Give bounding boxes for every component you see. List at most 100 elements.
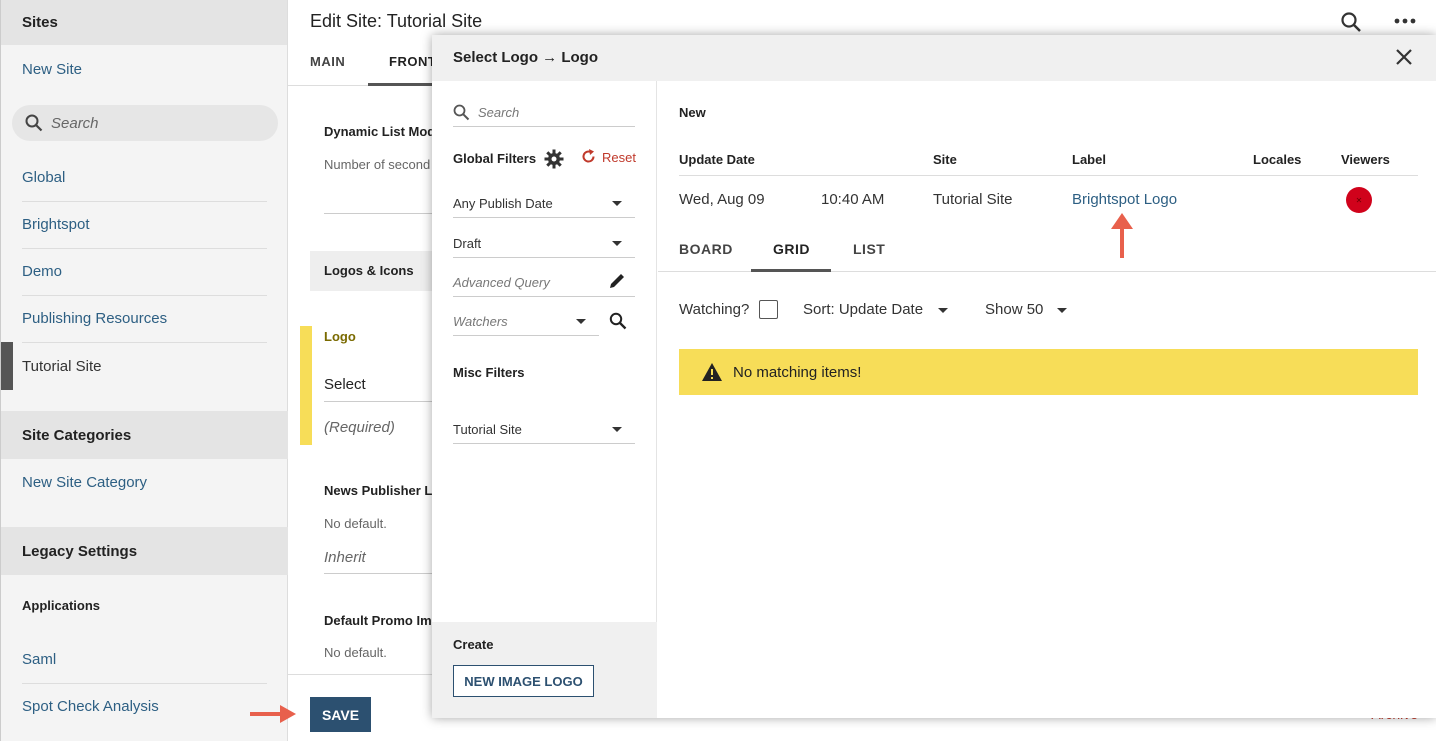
sidebar-item-spot-check-analysis[interactable]: Spot Check Analysis [1, 698, 180, 715]
divider [679, 175, 1418, 176]
gear-icon[interactable] [544, 149, 564, 169]
tab-list[interactable]: LIST [853, 241, 885, 257]
news-publisher-value[interactable]: Inherit [324, 549, 366, 566]
default-promo-label: Default Promo Im [324, 613, 432, 628]
chevron-down-icon [612, 241, 622, 246]
misc-filters-label: Misc Filters [453, 365, 525, 380]
column-header-locales[interactable]: Locales [1253, 152, 1301, 167]
results-panel: New Update Date Site Label Locales Viewe… [658, 81, 1436, 718]
watching-label: Watching? [679, 301, 750, 318]
column-header-update-date[interactable]: Update Date [679, 152, 755, 167]
sidebar-item-tutorial-site[interactable]: Tutorial Site [1, 358, 122, 375]
pencil-icon[interactable] [608, 272, 626, 290]
sidebar-item-saml[interactable]: Saml [1, 651, 77, 668]
row-date: Wed, Aug 09 [679, 191, 765, 208]
logos-icons-section: Logos & Icons [310, 251, 440, 291]
logo-select[interactable]: Select [324, 376, 366, 393]
dynamic-list-label: Dynamic List Mod [324, 124, 436, 139]
sort-select[interactable]: Sort: Update Date [803, 301, 953, 321]
required-indicator [300, 326, 312, 445]
global-filters-label: Global Filters [453, 151, 537, 166]
search-icon [453, 104, 470, 121]
create-section: Create NEW IMAGE LOGO [432, 622, 657, 718]
reset-icon[interactable] [580, 148, 597, 165]
new-site-category-link[interactable]: New Site Category [1, 474, 168, 491]
tab-board[interactable]: BOARD [679, 241, 733, 257]
filters-panel: Search Global Filters Reset Any Publish … [432, 81, 657, 718]
sites-sidebar: Sites New Site Search Global Brightspot … [0, 0, 289, 741]
warning-icon [702, 363, 722, 381]
divider [22, 201, 267, 202]
divider [324, 573, 444, 574]
sidebar-search-input[interactable]: Search [12, 105, 278, 141]
publish-date-select[interactable]: Any Publish Date [453, 188, 635, 218]
divider [22, 295, 267, 296]
select-logo-modal: Select Logo → Logo Search Global Filters… [432, 35, 1436, 718]
column-header-site[interactable]: Site [933, 152, 957, 167]
tab-main[interactable]: MAIN [310, 54, 345, 69]
status-value: Draft [453, 236, 482, 251]
show-count-select[interactable]: Show 50 [985, 301, 1075, 321]
section-label-new: New [679, 105, 706, 120]
annotation-arrow-icon [250, 705, 296, 723]
site-select[interactable]: Tutorial Site [453, 414, 635, 444]
new-site-link[interactable]: New Site [1, 61, 103, 78]
filter-search-input[interactable]: Search [453, 99, 635, 127]
sidebar-item-publishing-resources[interactable]: Publishing Resources [1, 310, 188, 327]
search-icon[interactable] [1340, 11, 1362, 33]
logo-label: Logo [324, 329, 356, 344]
no-items-text: No matching items! [733, 363, 862, 381]
create-label: Create [453, 637, 494, 652]
tab-grid[interactable]: GRID [773, 241, 810, 257]
close-icon[interactable] [1394, 47, 1414, 67]
watching-checkbox[interactable] [759, 300, 778, 319]
sites-header: Sites [1, 0, 287, 45]
save-button[interactable]: SAVE [310, 697, 371, 732]
legacy-settings-header: Legacy Settings [1, 527, 289, 575]
divider [22, 248, 267, 249]
search-placeholder: Search [478, 105, 520, 120]
publish-date-value: Any Publish Date [453, 196, 553, 211]
viewer-avatar[interactable]: ✕ [1346, 187, 1372, 213]
chevron-down-icon [612, 201, 622, 206]
search-icon[interactable] [609, 312, 627, 330]
applications-label: Applications [22, 598, 101, 613]
advanced-query-input[interactable]: Advanced Query [453, 267, 635, 297]
logo-required-text: (Required) [324, 419, 395, 436]
search-placeholder: Search [51, 114, 99, 132]
column-header-label[interactable]: Label [1072, 152, 1106, 167]
chevron-down-icon [612, 427, 622, 432]
site-value: Tutorial Site [453, 422, 522, 437]
sidebar-item-global[interactable]: Global [1, 169, 86, 186]
no-items-alert: No matching items! [679, 349, 1418, 395]
advanced-query-placeholder: Advanced Query [453, 275, 550, 290]
sidebar-item-brightspot[interactable]: Brightspot [1, 216, 111, 233]
dynamic-list-help: Number of second [324, 157, 431, 172]
reset-link[interactable]: Reset [602, 150, 636, 165]
show-count-value: Show 50 [985, 301, 1044, 318]
news-publisher-default: No default. [324, 516, 387, 531]
watchers-placeholder: Watchers [453, 314, 508, 329]
site-categories-header: Site Categories [1, 411, 289, 459]
more-options-icon[interactable] [1394, 18, 1416, 24]
divider [22, 342, 267, 343]
sort-value: Sort: Update Date [803, 301, 924, 318]
divider [324, 401, 444, 402]
sidebar-item-demo[interactable]: Demo [1, 263, 83, 280]
status-select[interactable]: Draft [453, 228, 635, 258]
search-icon [25, 114, 43, 132]
modal-header: Select Logo → Logo [432, 35, 1436, 81]
active-tab-indicator [368, 83, 438, 86]
row-site: Tutorial Site [933, 191, 1013, 208]
default-promo-default: No default. [324, 645, 387, 660]
dynamic-list-input[interactable] [324, 213, 444, 214]
chevron-down-icon [1057, 308, 1067, 313]
brightspot-logo-link[interactable]: Brightspot Logo [1072, 191, 1177, 208]
active-tab-indicator [751, 269, 831, 272]
page-title: Edit Site: Tutorial Site [310, 11, 483, 31]
new-image-logo-button[interactable]: NEW IMAGE LOGO [453, 665, 594, 697]
annotation-arrow-icon [1111, 213, 1133, 258]
news-publisher-label: News Publisher L [324, 483, 433, 498]
column-header-viewers[interactable]: Viewers [1341, 152, 1390, 167]
watchers-select[interactable]: Watchers [453, 306, 599, 336]
